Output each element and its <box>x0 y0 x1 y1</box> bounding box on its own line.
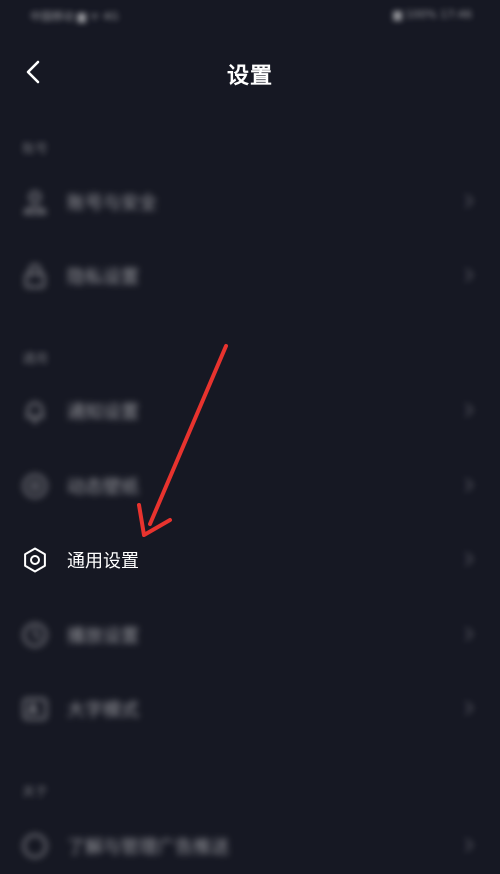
setting-row-large-font[interactable]: 大字模式 <box>0 679 500 737</box>
chevron-right-icon <box>465 552 474 566</box>
chevron-right-icon <box>465 403 474 417</box>
chevron-right-icon <box>465 268 474 282</box>
chevron-right-icon <box>465 838 474 852</box>
chevron-right-icon <box>465 701 474 715</box>
setting-row-label: 通知设置 <box>67 402 139 423</box>
setting-row-ad-management[interactable]: 了解与管理广告推送 <box>0 816 500 874</box>
nav-bar: 设置 <box>0 40 500 106</box>
setting-row-label: 大字模式 <box>67 700 139 721</box>
chevron-right-icon <box>465 627 474 641</box>
bell-icon <box>26 402 44 423</box>
section-label-about: 关于 <box>22 785 49 800</box>
setting-row-label: 了解与管理广告推送 <box>67 837 229 858</box>
lock-icon <box>25 264 45 288</box>
status-carrier: 中国移动 ▆ ᯤ 4G <box>30 10 119 23</box>
wallpaper-icon <box>23 474 47 498</box>
setting-row-label: 通用设置 <box>67 551 139 572</box>
chevron-right-icon <box>465 194 474 208</box>
setting-row-label: 动态壁纸 <box>67 477 139 498</box>
setting-row-general-settings[interactable]: 通用设置 <box>0 530 500 588</box>
user-icon <box>23 191 47 214</box>
chevron-right-icon <box>465 478 474 492</box>
info-icon <box>23 834 47 858</box>
setting-row-label: 账号与安全 <box>67 193 157 214</box>
setting-row-privacy[interactable]: 隐私设置 <box>0 246 500 304</box>
section-label-general: 通用 <box>22 352 49 367</box>
setting-row-account-security[interactable]: 账号与安全 <box>0 172 500 230</box>
status-battery-time: ▆ 100% 17:46 <box>393 8 472 21</box>
page-title: 设置 <box>226 64 273 89</box>
font-size-icon <box>23 698 47 720</box>
gear-icon <box>24 547 46 573</box>
setting-row-playback[interactable]: 播放设置 <box>0 605 500 663</box>
clock-icon <box>23 623 47 647</box>
setting-row-label: 播放设置 <box>67 626 139 647</box>
setting-row-label: 隐私设置 <box>67 267 139 288</box>
status-bar: 中国移动 ▆ ᯤ 4G ▆ 100% 17:46 <box>0 0 500 36</box>
setting-row-wallpaper[interactable]: 动态壁纸 <box>0 456 500 514</box>
setting-row-notifications[interactable]: 通知设置 <box>0 381 500 439</box>
section-label-account: 账号 <box>22 142 49 157</box>
